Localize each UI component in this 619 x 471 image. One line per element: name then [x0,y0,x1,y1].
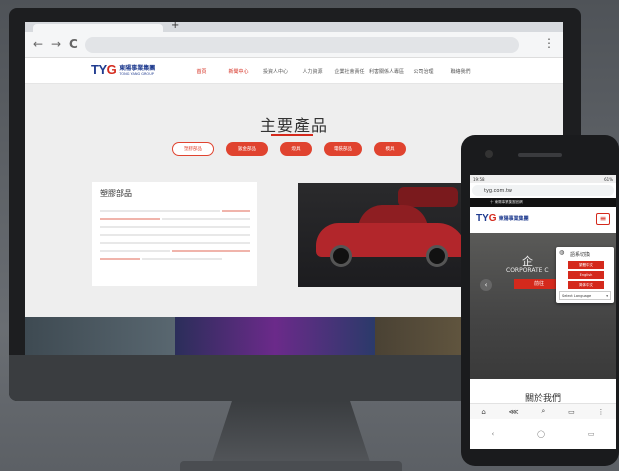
language-title: 語系切換 [570,252,591,258]
phone-browser-nav: ⌂ ⋘ ⌕ ▭ ⋮ [470,403,616,419]
main-nav: 首頁 新聞中心 投資人中心 人力資源 企業社會責任 利害關係人專區 公司治理 聯… [183,68,479,75]
monitor-stand-base [180,461,402,471]
phone-logo-mark: TYG [476,213,497,224]
card-text-line [100,234,250,236]
home-icon[interactable]: ⌂ [481,408,485,416]
car-seats-shape [398,187,458,207]
pill-lamps[interactable]: 燈具 [280,142,312,156]
new-tab-button[interactable]: + [171,22,179,31]
card-text-line [162,218,250,220]
phone-camera [485,150,493,158]
phone-speaker [518,153,562,157]
android-recents-icon[interactable]: ▭ [588,430,595,438]
share-icon[interactable]: ⋘ [509,408,519,416]
browser-menu-icon[interactable]: ⋮ [543,36,555,50]
lang-english-button[interactable]: English [568,271,604,279]
nav-item-governance[interactable]: 公司治理 [405,68,442,75]
nav-item-contact[interactable]: 聯絡我們 [442,68,479,75]
nav-item-investors[interactable]: 投資人中心 [257,68,294,75]
google-select-label: Select Language [562,294,592,298]
language-icon: ◍ [559,249,565,256]
nav-item-home[interactable]: 首頁 [183,68,220,75]
card-text-highlight [100,218,160,220]
pill-molds[interactable]: 模具 [374,142,406,156]
pill-electrical[interactable]: 電裝部品 [324,142,362,156]
photo-factory [25,317,175,355]
product-card: 塑膠部品 [92,182,257,286]
status-time: 19:58 [473,177,485,182]
android-nav-bar: ‹ ◯ ▭ [470,419,616,449]
smartphone: 19:58 61% tyg.com.tw 十 東陽事業集團官網 TYG 東陽事業… [461,135,619,466]
more-icon[interactable]: ⋮ [598,408,605,416]
language-popup: ◍ 語系切換 繁體中文 English 简体中文 Select Language… [556,247,614,303]
card-text-highlight [172,250,250,252]
search-icon[interactable]: ⌕ [541,407,545,416]
hamburger-menu-icon[interactable]: ≡ [596,213,610,225]
card-text-highlight [222,210,250,212]
android-home-icon[interactable]: ◯ [537,430,545,438]
card-title: 塑膠部品 [100,189,132,198]
nav-item-csr[interactable]: 企業社會責任 [331,68,368,75]
browser-toolbar: ← → C ⋮ [25,32,563,58]
logo-en-text: TONG YANG GROUP [119,72,154,76]
browser-tab[interactable] [33,24,163,32]
reload-icon[interactable]: C [69,37,78,51]
site-header: TYG 東陽事業集團 TONG YANG GROUP 首頁 新聞中心 投資人中心… [25,58,563,84]
hero-subheading: CORPORATE C [506,267,549,274]
card-text-line [100,250,170,252]
back-icon[interactable]: ← [33,37,43,51]
section-title: 主要產品 [259,116,328,135]
title-underline [271,134,313,136]
lang-simplified-chinese-button[interactable]: 简体中文 [568,281,604,289]
product-filter-pills: 塑膠部品 鈑金部品 燈具 電裝部品 模具 [172,142,418,156]
tab-strip: + [25,22,563,32]
address-bar[interactable] [85,37,519,53]
card-text-line [142,258,222,260]
phone-screen: 19:58 61% tyg.com.tw 十 東陽事業集團官網 TYG 東陽事業… [470,175,616,449]
android-back-icon[interactable]: ‹ [491,430,494,438]
car-wheel-rear [426,245,448,267]
card-text-highlight [100,258,140,260]
pill-plastic[interactable]: 塑膠部品 [172,142,214,156]
photo-robot [175,317,375,355]
phone-logo[interactable]: TYG 東陽事業集團 [476,213,529,224]
lang-traditional-chinese-button[interactable]: 繁體中文 [568,261,604,269]
status-bar: 19:58 61% [470,175,616,183]
phone-url-bar[interactable]: tyg.com.tw [472,185,614,196]
nav-item-stakeholders[interactable]: 利害關係人專區 [368,68,405,75]
phone-top-bar: 十 東陽事業集團官網 [470,198,616,207]
chevron-down-icon: ▾ [606,294,608,298]
battery-text: 61% [604,177,613,182]
tabs-icon[interactable]: ▭ [568,408,575,416]
nav-item-hr[interactable]: 人力資源 [294,68,331,75]
phone-logo-cn: 東陽事業集團 [498,216,529,222]
card-text-line [100,210,220,212]
nav-item-news[interactable]: 新聞中心 [220,68,257,75]
card-text-line [100,226,250,228]
google-translate-select[interactable]: Select Language ▾ [559,291,611,300]
logo-cn-text: 東陽事業集團 [119,65,156,72]
pill-sheet-metal[interactable]: 鈑金部品 [226,142,268,156]
card-text-line [100,242,250,244]
site-logo[interactable]: TYG 東陽事業集團 TONG YANG GROUP [91,62,155,77]
car-wheel-front [330,245,352,267]
logo-mark: TYG [91,62,117,77]
forward-icon[interactable]: → [51,37,61,51]
carousel-prev-icon[interactable]: ‹ [480,279,492,291]
phone-url-text: tyg.com.tw [484,188,513,194]
